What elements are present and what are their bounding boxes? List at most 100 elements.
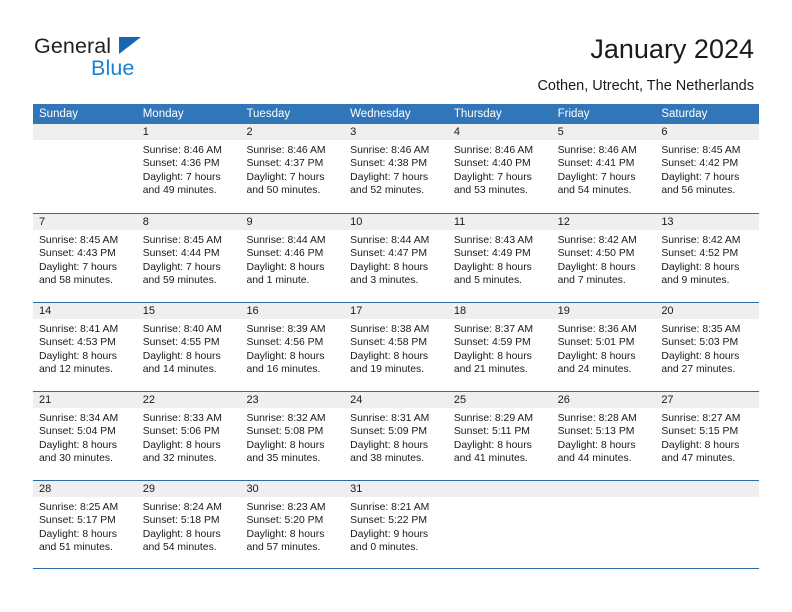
sunrise-text: Sunrise: 8:23 AM [246,502,326,513]
day-cell[interactable] [447,481,552,568]
day-cell[interactable]: 31 Sunrise: 8:21 AM Sunset: 5:22 PM Dayl… [344,481,448,568]
sunset-text: Sunset: 4:46 PM [246,248,324,260]
sunrise-text: Sunrise: 8:46 AM [142,145,222,156]
day-cell[interactable]: 9 Sunrise: 8:44 AM Sunset: 4:46 PM Dayli… [240,214,345,302]
day-details: Sunrise: 8:39 AM Sunset: 4:56 PM Dayligh… [240,319,344,377]
day-cell[interactable]: 11 Sunrise: 8:43 AM Sunset: 4:49 PM Dayl… [447,214,552,302]
day-cell[interactable]: 14 Sunrise: 8:41 AM Sunset: 4:53 PM Dayl… [33,303,137,391]
sunset-text: Sunset: 5:22 PM [350,515,427,527]
day-cell[interactable]: 25 Sunrise: 8:29 AM Sunset: 5:11 PM Dayl… [447,392,552,480]
daylight-text-line1: Daylight: 8 hours [453,261,532,273]
week-row: 14 Sunrise: 8:41 AM Sunset: 4:53 PM Dayl… [33,302,760,391]
sunset-text: Sunset: 4:43 PM [39,248,116,260]
day-details: Sunrise: 8:36 AM Sunset: 5:01 PM Dayligh… [552,319,656,377]
day-cell[interactable]: 12 Sunrise: 8:42 AM Sunset: 4:50 PM Dayl… [551,214,656,302]
week-row: 1 Sunrise: 8:46 AM Sunset: 4:36 PM Dayli… [33,124,760,213]
day-cell[interactable]: 21 Sunrise: 8:34 AM Sunset: 5:04 PM Dayl… [33,392,137,480]
day-number: 16 [240,303,345,319]
sunset-text: Sunset: 4:59 PM [453,337,531,349]
sunrise-text: Sunrise: 8:25 AM [39,502,119,513]
day-cell[interactable]: 5 Sunrise: 8:46 AM Sunset: 4:41 PM Dayli… [551,124,656,213]
daylight-text-line2: and 35 minutes. [246,453,321,465]
day-cell[interactable]: 2 Sunrise: 8:46 AM Sunset: 4:37 PM Dayli… [240,124,345,213]
sunset-text: Sunset: 5:20 PM [246,515,324,527]
day-number: 24 [344,392,448,408]
day-cell[interactable]: 28 Sunrise: 8:25 AM Sunset: 5:17 PM Dayl… [33,481,137,568]
day-cell[interactable]: 10 Sunrise: 8:44 AM Sunset: 4:47 PM Dayl… [344,214,448,302]
sunset-text: Sunset: 4:58 PM [350,337,427,349]
day-cell[interactable]: 1 Sunrise: 8:46 AM Sunset: 4:36 PM Dayli… [136,124,241,213]
daylight-text-line2: and 38 minutes. [350,453,425,465]
day-number: 6 [655,124,760,140]
day-number: 22 [136,392,241,408]
day-cell[interactable]: 8 Sunrise: 8:45 AM Sunset: 4:44 PM Dayli… [136,214,241,302]
sunrise-text: Sunrise: 8:33 AM [142,413,222,424]
daylight-text-line1: Daylight: 8 hours [350,261,429,273]
day-cell[interactable]: 27 Sunrise: 8:27 AM Sunset: 5:15 PM Dayl… [655,392,760,480]
day-details: Sunrise: 8:25 AM Sunset: 5:17 PM Dayligh… [33,497,137,555]
day-details: Sunrise: 8:45 AM Sunset: 4:43 PM Dayligh… [33,230,137,288]
day-number: 12 [551,214,656,230]
daylight-text-line1: Daylight: 8 hours [142,350,221,362]
day-cell[interactable]: 18 Sunrise: 8:37 AM Sunset: 4:59 PM Dayl… [447,303,552,391]
day-cell[interactable]: 13 Sunrise: 8:42 AM Sunset: 4:52 PM Dayl… [655,214,760,302]
day-cell[interactable]: 19 Sunrise: 8:36 AM Sunset: 5:01 PM Dayl… [551,303,656,391]
sunrise-text: Sunrise: 8:43 AM [453,235,534,246]
day-number: 23 [240,392,345,408]
day-cell[interactable]: 3 Sunrise: 8:46 AM Sunset: 4:38 PM Dayli… [344,124,448,213]
daylight-text-line2: and 51 minutes. [39,542,113,554]
day-cell[interactable]: 6 Sunrise: 8:45 AM Sunset: 4:42 PM Dayli… [655,124,760,213]
sunset-text: Sunset: 4:49 PM [453,248,531,260]
day-cell[interactable]: 29 Sunrise: 8:24 AM Sunset: 5:18 PM Dayl… [136,481,241,568]
calendar-grid: Sunday Monday Tuesday Wednesday Thursday… [33,104,760,569]
day-cell[interactable]: 30 Sunrise: 8:23 AM Sunset: 5:20 PM Dayl… [240,481,345,568]
sunset-text: Sunset: 4:52 PM [661,248,739,260]
sunset-text: Sunset: 5:17 PM [39,515,116,527]
weekday-header-row: Sunday Monday Tuesday Wednesday Thursday… [33,104,759,124]
day-cell[interactable]: 20 Sunrise: 8:35 AM Sunset: 5:03 PM Dayl… [655,303,760,391]
day-details: Sunrise: 8:40 AM Sunset: 4:55 PM Dayligh… [137,319,241,377]
daylight-text-line2: and 24 minutes. [557,364,632,376]
sunset-text: Sunset: 4:40 PM [453,158,531,170]
day-cell[interactable]: 7 Sunrise: 8:45 AM Sunset: 4:43 PM Dayli… [33,214,137,302]
day-number [33,124,137,140]
daylight-text-line2: and 7 minutes. [557,275,626,287]
sunrise-text: Sunrise: 8:46 AM [557,145,637,156]
day-number: 9 [240,214,345,230]
day-number: 11 [447,214,552,230]
sunset-text: Sunset: 4:36 PM [142,158,220,170]
daylight-text-line1: Daylight: 7 hours [246,171,325,183]
daylight-text-line2: and 57 minutes. [246,542,321,554]
day-cell[interactable]: 26 Sunrise: 8:28 AM Sunset: 5:13 PM Dayl… [551,392,656,480]
sunrise-text: Sunrise: 8:40 AM [142,324,222,335]
day-details: Sunrise: 8:31 AM Sunset: 5:09 PM Dayligh… [344,408,448,466]
day-cell[interactable] [551,481,656,568]
day-number: 27 [655,392,760,408]
week-row: 21 Sunrise: 8:34 AM Sunset: 5:04 PM Dayl… [33,391,760,480]
day-details: Sunrise: 8:33 AM Sunset: 5:06 PM Dayligh… [137,408,241,466]
day-number: 2 [240,124,345,140]
day-cell[interactable]: 15 Sunrise: 8:40 AM Sunset: 4:55 PM Dayl… [136,303,241,391]
day-cell[interactable]: 24 Sunrise: 8:31 AM Sunset: 5:09 PM Dayl… [344,392,448,480]
daylight-text-line2: and 56 minutes. [661,185,736,197]
day-cell[interactable]: 23 Sunrise: 8:32 AM Sunset: 5:08 PM Dayl… [240,392,345,480]
weekday-header-tuesday: Tuesday [246,108,291,120]
day-details: Sunrise: 8:46 AM Sunset: 4:38 PM Dayligh… [344,140,448,198]
daylight-text-line1: Daylight: 8 hours [39,350,117,362]
sunset-text: Sunset: 4:42 PM [661,158,739,170]
day-details: Sunrise: 8:46 AM Sunset: 4:41 PM Dayligh… [552,140,656,198]
daylight-text-line1: Daylight: 8 hours [142,528,221,540]
day-number: 30 [240,481,345,497]
day-number: 7 [33,214,137,230]
day-cell[interactable] [655,481,760,568]
day-cell[interactable]: 17 Sunrise: 8:38 AM Sunset: 4:58 PM Dayl… [344,303,448,391]
day-cell[interactable]: 22 Sunrise: 8:33 AM Sunset: 5:06 PM Dayl… [136,392,241,480]
day-number: 29 [136,481,241,497]
daylight-text-line2: and 32 minutes. [142,453,217,465]
day-cell[interactable]: 4 Sunrise: 8:46 AM Sunset: 4:40 PM Dayli… [447,124,552,213]
generalblue-logo[interactable]: General Blue [34,34,234,92]
sunrise-text: Sunrise: 8:28 AM [557,413,637,424]
day-cell[interactable] [33,124,137,213]
day-number: 31 [344,481,448,497]
day-cell[interactable]: 16 Sunrise: 8:39 AM Sunset: 4:56 PM Dayl… [240,303,345,391]
